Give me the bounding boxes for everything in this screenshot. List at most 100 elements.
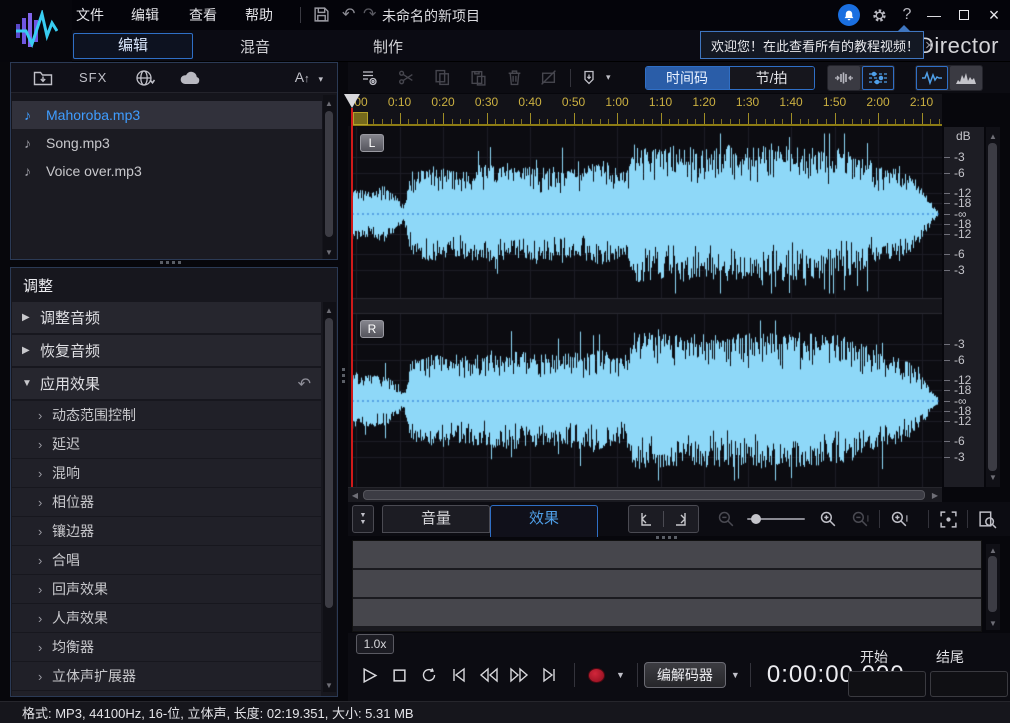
zoom-slider[interactable] (747, 514, 805, 524)
effect-item[interactable]: › 立体声扩展器 (12, 662, 321, 690)
tab-edit[interactable]: 编辑 (73, 33, 193, 59)
effect-item[interactable]: › 均衡器 (12, 633, 321, 661)
effect-lane-row[interactable] (353, 570, 981, 599)
zoom-out-vertical-icon[interactable] (847, 510, 873, 529)
waveform-vertical-scrollbar[interactable]: ▲ ▼ (986, 127, 1000, 487)
cut-icon[interactable] (394, 67, 418, 89)
effect-item[interactable]: › 人声效果 (12, 604, 321, 632)
library-scrollbar[interactable]: ▲ ▼ (323, 95, 336, 259)
stop-button[interactable] (384, 660, 414, 690)
fast-forward-button[interactable] (504, 660, 534, 690)
codec-dropdown-caret[interactable]: ▼ (731, 670, 740, 680)
adjust-scrollbar[interactable]: ▲ ▼ (323, 302, 336, 692)
effect-item[interactable]: › 镶边器 (12, 517, 321, 545)
effect-lane-row[interactable] (353, 599, 981, 628)
close-button[interactable]: × (982, 4, 1006, 26)
end-time-field[interactable] (930, 671, 1008, 697)
spectral-view-icon[interactable] (949, 65, 982, 90)
minimize-button[interactable]: — (922, 4, 946, 26)
record-button[interactable] (581, 660, 611, 690)
menu-edit[interactable]: 编辑 (131, 5, 159, 25)
scroll-left-icon[interactable]: ◀ (348, 491, 362, 500)
effect-item[interactable]: › 动态范围控制 (12, 401, 321, 429)
lane-splitter[interactable] (656, 536, 677, 539)
time-stretch-icon[interactable] (827, 65, 860, 90)
menu-file[interactable]: 文件 (76, 5, 104, 25)
redo-button[interactable]: ↷ (363, 4, 376, 24)
undo-button[interactable]: ↶ (342, 4, 355, 24)
beats-button[interactable]: 节/拍 (729, 66, 814, 89)
zoom-in-vertical-icon[interactable] (886, 510, 912, 529)
effect-item[interactable]: › 回声效果 (12, 575, 321, 603)
tooltip-close-icon[interactable]: × (925, 37, 934, 54)
effect-lane-row[interactable] (353, 541, 981, 570)
play-button[interactable] (354, 660, 384, 690)
marker-dropdown-caret[interactable]: ▾ (606, 72, 611, 83)
sfx-button[interactable]: SFX (79, 70, 107, 85)
timecode-button[interactable]: 时间码 (645, 66, 730, 89)
go-to-start-button[interactable] (444, 660, 474, 690)
copy-icon[interactable] (430, 67, 454, 89)
tab-mix[interactable]: 混音 (240, 36, 270, 57)
zoom-slider-thumb[interactable] (751, 514, 761, 524)
effect-item[interactable]: › 延迟 (12, 430, 321, 458)
start-time-field[interactable] (848, 671, 926, 697)
help-button[interactable]: ? (896, 4, 918, 26)
group-adjust-audio[interactable]: ▶ 调整音频 (12, 302, 321, 333)
properties-icon[interactable] (358, 67, 382, 89)
list-item-file[interactable]: ♪ Voice over.mp3 (12, 157, 322, 185)
effect-item[interactable]: ›收音机 (12, 691, 321, 696)
time-ruler[interactable]: 0:000:100:200:300:400:501:001:101:201:30… (352, 94, 942, 126)
sort-up-arrow-icon: ↑ (304, 73, 310, 85)
notifications-button[interactable] (838, 4, 860, 26)
go-to-end-button[interactable] (534, 660, 564, 690)
delete-icon[interactable] (502, 67, 526, 89)
list-item-file[interactable]: ♪ Song.mp3 (12, 129, 322, 157)
tab-effects[interactable]: 效果 (490, 505, 598, 537)
effect-item[interactable]: › 相位器 (12, 488, 321, 516)
zoom-in-horizontal-icon[interactable] (815, 510, 841, 529)
menu-view[interactable]: 查看 (189, 5, 217, 25)
keyframe-view-icon[interactable] (861, 65, 894, 90)
import-media-button[interactable] (33, 69, 53, 87)
playback-speed-button[interactable]: 1.0x (356, 634, 394, 654)
cloud-button[interactable] (179, 70, 203, 86)
rewind-button[interactable] (474, 660, 504, 690)
mark-out-icon[interactable] (672, 510, 690, 528)
list-item-file[interactable]: ♪ Mahoroba.mp3 (12, 101, 322, 129)
collapse-lanes-button[interactable]: ▼ ▼ (352, 505, 374, 533)
effect-item[interactable]: › 合唱 (12, 546, 321, 574)
waveform-canvas[interactable] (352, 127, 942, 487)
panel-splitter-vertical[interactable] (342, 368, 345, 383)
marker-icon[interactable] (577, 67, 601, 89)
scrollbar-thumb[interactable] (363, 490, 925, 500)
selection-start-marker[interactable] (353, 112, 368, 125)
reset-effects-icon[interactable]: ↶ (298, 374, 311, 394)
trim-icon[interactable] (536, 67, 560, 89)
waveform-view-icon[interactable] (915, 65, 948, 90)
panel-splitter-horizontal[interactable] (160, 261, 181, 264)
group-apply-effects[interactable]: ▼ 应用效果 ↶ (12, 368, 321, 399)
download-sounds-button[interactable] (135, 69, 156, 87)
codec-button[interactable]: 编解码器 (643, 662, 726, 688)
settings-button[interactable] (868, 4, 890, 26)
sort-button[interactable]: A↑ ▾ (295, 69, 323, 85)
record-dropdown-caret[interactable]: ▼ (616, 670, 625, 680)
scroll-right-icon[interactable]: ▶ (928, 491, 942, 500)
effect-item[interactable]: › 混响 (12, 459, 321, 487)
zoom-to-selection-icon[interactable] (974, 510, 1000, 529)
lanes-scrollbar[interactable]: ▲ ▼ (986, 544, 1000, 630)
waveform-horizontal-scrollbar[interactable]: ◀ ▶ (348, 488, 942, 502)
mark-in-icon[interactable] (637, 510, 655, 528)
group-restore-audio[interactable]: ▶ 恢复音频 (12, 335, 321, 366)
paste-icon[interactable] (466, 67, 490, 89)
maximize-button[interactable] (952, 4, 976, 26)
tab-volume[interactable]: 音量 (382, 505, 490, 533)
fit-to-window-icon[interactable] (935, 510, 961, 529)
playhead-handle[interactable] (344, 94, 360, 108)
menu-help[interactable]: 帮助 (245, 5, 273, 25)
zoom-out-horizontal-icon[interactable] (713, 510, 739, 529)
loop-button[interactable] (414, 660, 444, 690)
save-button[interactable] (313, 6, 330, 23)
tab-produce[interactable]: 制作 (373, 36, 403, 57)
